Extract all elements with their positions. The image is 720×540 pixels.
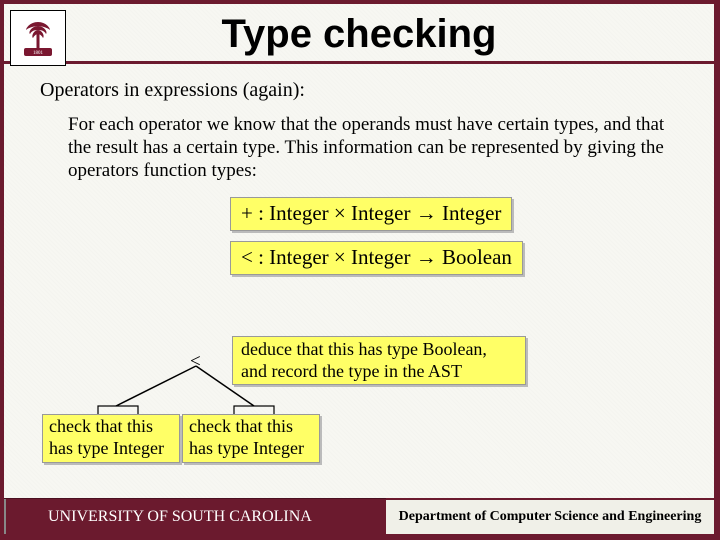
slide-title: Type checking bbox=[4, 12, 714, 57]
slide-frame: 1801 Type checking Operators in expressi… bbox=[0, 0, 720, 540]
tree-diagram bbox=[92, 362, 312, 418]
footer-university: UNIVERSITY OF SOUTH CAROLINA bbox=[4, 498, 386, 534]
palmetto-icon: 1801 bbox=[16, 16, 60, 60]
type-signature-plus: + : Integer × Integer → Integer bbox=[230, 197, 512, 231]
check-right-annotation: check that this has type Integer bbox=[182, 414, 320, 463]
university-logo: 1801 bbox=[10, 10, 66, 66]
section-subhead: Operators in expressions (again): bbox=[40, 78, 684, 103]
content-area: Operators in expressions (again): For ea… bbox=[4, 78, 714, 285]
title-underline bbox=[4, 61, 714, 64]
footer: UNIVERSITY OF SOUTH CAROLINA Department … bbox=[4, 498, 714, 534]
type-signature-lt: < : Integer × Integer → Boolean bbox=[230, 241, 523, 275]
check-left-annotation: check that this has type Integer bbox=[42, 414, 180, 463]
svg-text:1801: 1801 bbox=[33, 51, 44, 56]
body-paragraph: For each operator we know that the opera… bbox=[68, 113, 684, 183]
footer-department: Department of Computer Science and Engin… bbox=[386, 498, 714, 534]
